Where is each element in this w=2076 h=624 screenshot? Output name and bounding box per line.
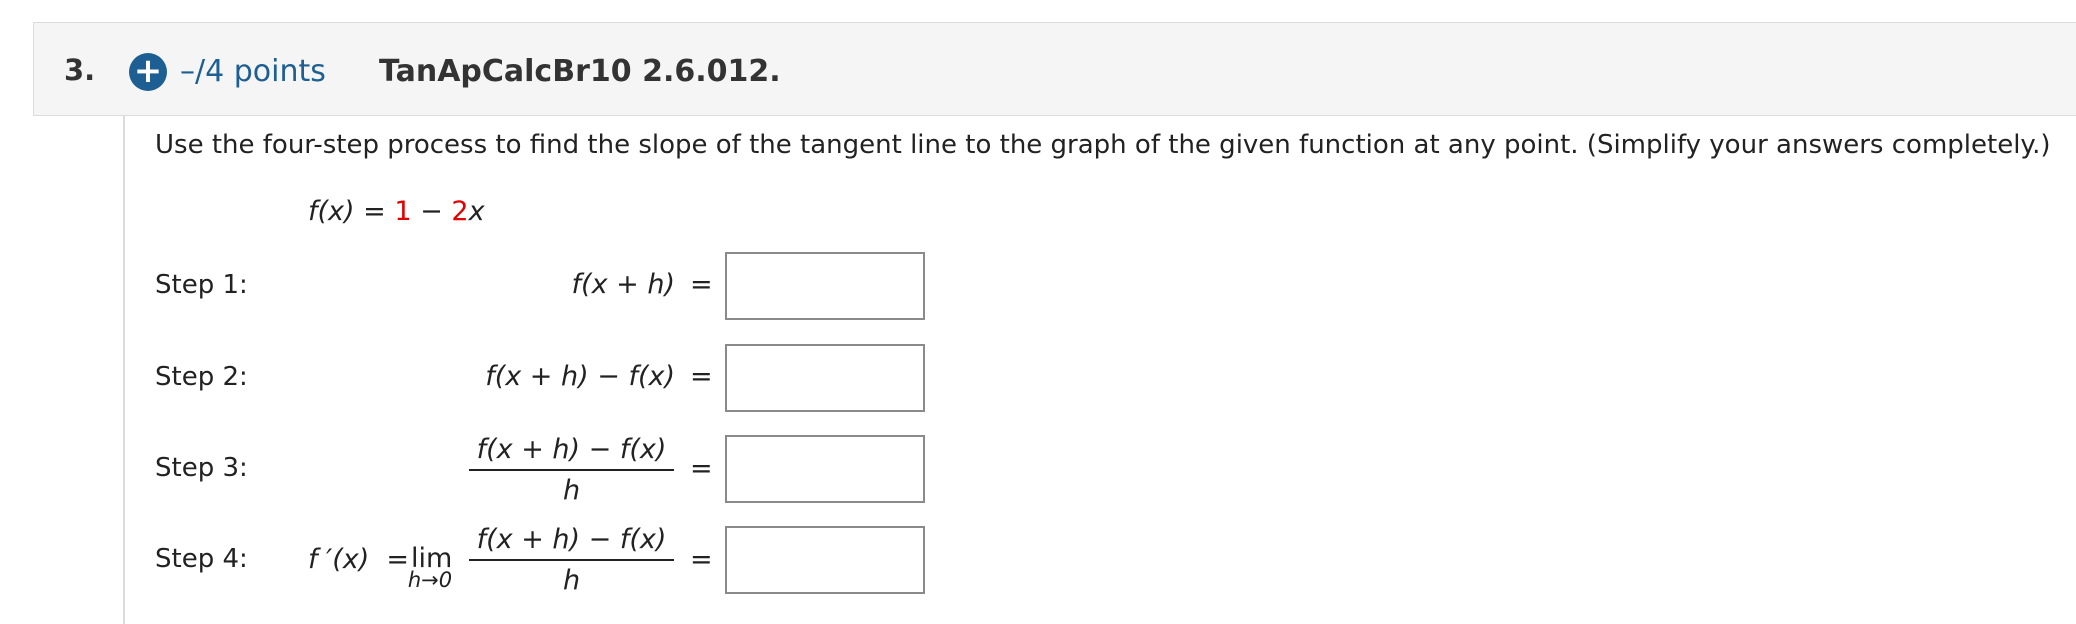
step-4-answer-input[interactable] [725,526,925,594]
step-4-derivative: f ′(x) = [308,544,410,575]
step-2-answer-input[interactable] [725,344,925,412]
step-3-fraction: f(x + h) − f(x) h [469,434,674,506]
step-1-expression: f(x + h) [571,269,675,300]
question-header: 3. + –/4 points TanApCalcBr10 2.6.012. [33,22,2076,116]
step-3-numerator: f(x + h) − f(x) [469,434,674,471]
step-4-fraction: f(x + h) − f(x) h [469,524,674,596]
step-4-label: Step 4: [155,544,248,574]
step-3-denominator: h [562,475,581,506]
points-link[interactable]: –/4 points [180,54,326,89]
plus-icon[interactable]: + [129,53,167,91]
step-2-expression: f(x + h) − f(x) [485,361,675,392]
step-4-equals: = [690,544,713,575]
step-3-answer-input[interactable] [725,435,925,503]
step-1-answer-input[interactable] [725,252,925,320]
function-coefficient: 2 [451,196,469,227]
question-body: Use the four-step process to find the sl… [123,116,2076,624]
step-1-label: Step 1: [155,270,248,300]
step-2-equals: = [690,361,713,392]
step-3-equals: = [690,453,713,484]
instruction-text: Use the four-step process to find the sl… [155,130,2051,160]
step-1-equals: = [690,269,713,300]
question-number: 3. [64,53,96,87]
limit-subscript: h→0 [407,568,453,592]
function-lhs: f(x) [308,196,355,227]
step-4-denominator: h [562,565,581,596]
step-4-numerator: f(x + h) − f(x) [469,524,674,561]
step-2-label: Step 2: [155,362,248,392]
function-constant: 1 [394,196,412,227]
question-id: TanApCalcBr10 2.6.012. [379,54,781,89]
function-minus: − [420,196,443,227]
function-definition: f(x) = 1 − 2x [308,196,485,227]
function-variable: x [468,196,485,227]
function-equals: = [363,196,386,227]
step-3-label: Step 3: [155,453,248,483]
